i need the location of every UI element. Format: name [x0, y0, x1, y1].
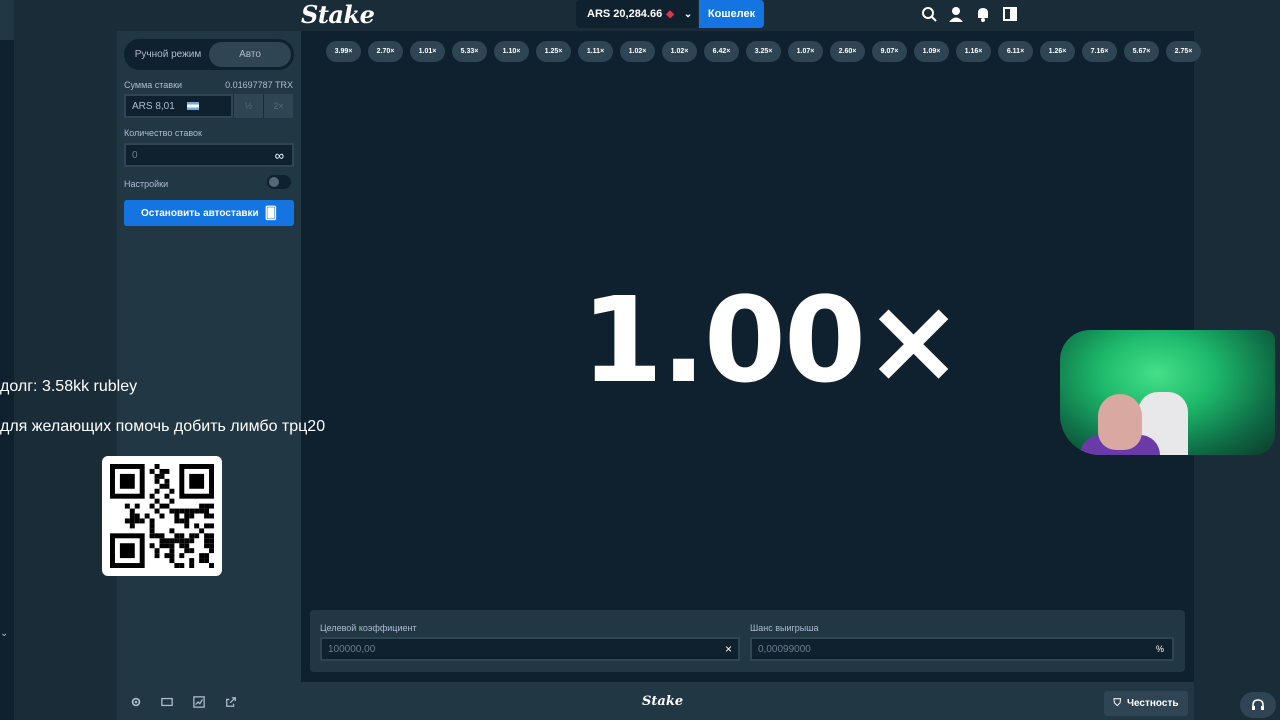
search-icon[interactable]: [920, 5, 938, 23]
stop-autobet-button[interactable]: Остановить автоставки 🂠: [124, 200, 294, 226]
fairness-button[interactable]: ⛉ Честность: [1104, 691, 1188, 716]
win-chance-input[interactable]: 0,00099000 %: [750, 637, 1174, 661]
stop-autobet-label: Остановить автоставки: [141, 207, 259, 219]
history-pill[interactable]: 3.25×: [746, 41, 781, 62]
tab-auto[interactable]: Авто: [209, 42, 291, 67]
stats-icon[interactable]: [192, 696, 206, 708]
user-icon[interactable]: [947, 5, 965, 23]
history-pill[interactable]: 1.26×: [1040, 41, 1075, 62]
mode-toggle: Ручной режим Авто: [124, 39, 294, 70]
qr-code-image: [110, 464, 214, 568]
result-history: 3.99× 2.70× 1.01× 5.33× 1.10× 1.25× 1.11× 1.02×…: [326, 41, 1201, 62]
fairness-label: Честность: [1126, 698, 1179, 709]
history-pill[interactable]: 1.07×: [788, 41, 823, 62]
win-chance-label: Шанс выигрыша: [750, 623, 819, 633]
history-pill[interactable]: 1.10×: [494, 41, 529, 62]
bet-amount-input[interactable]: ARS 8,01: [124, 94, 233, 118]
infinity-icon: ∞: [274, 147, 284, 163]
history-pill[interactable]: 2.75×: [1166, 41, 1201, 62]
history-pill[interactable]: 2.70×: [368, 41, 403, 62]
history-pill[interactable]: 7.16×: [1082, 41, 1117, 62]
chevron-down-icon[interactable]: ⌄: [0, 628, 8, 639]
wallet-button[interactable]: Кошелек: [699, 0, 764, 28]
history-pill[interactable]: 1.02×: [620, 41, 655, 62]
bell-icon[interactable]: [974, 5, 992, 23]
theater-icon[interactable]: [160, 696, 174, 708]
help-overlay-text: для желающих помочь добить лимбо трц20: [0, 418, 326, 435]
win-chance-value: 0,00099000: [758, 643, 811, 655]
argentina-flag-icon: [186, 102, 199, 110]
history-pill[interactable]: 1.11×: [578, 41, 613, 62]
history-pill[interactable]: 2.60×: [830, 41, 865, 62]
history-pill[interactable]: 9.07×: [872, 41, 907, 62]
history-pill[interactable]: 1.02×: [662, 41, 697, 62]
streamer-head: [1098, 394, 1142, 450]
popout-icon[interactable]: [224, 696, 238, 708]
history-pill[interactable]: 6.42×: [704, 41, 739, 62]
streamer-webcam: [1060, 330, 1275, 455]
settings-toggle[interactable]: [267, 175, 291, 189]
clear-icon[interactable]: ×: [725, 642, 732, 656]
target-multiplier-input[interactable]: 100000,00 ×: [320, 637, 740, 661]
top-bar: Stake ARS 20,284.66 ◆ ⌄ Кошелек: [14, 0, 1280, 29]
target-multiplier-value: 100000,00: [328, 643, 376, 655]
support-button[interactable]: [1240, 692, 1276, 718]
settings-icon[interactable]: [129, 696, 143, 708]
shield-icon: ⛉: [1113, 698, 1121, 709]
history-pill[interactable]: 1.09×: [914, 41, 949, 62]
half-button[interactable]: ½: [233, 94, 263, 118]
footer-stake-logo: Stake: [642, 694, 684, 709]
bet-amount-label: Сумма ставки: [124, 80, 183, 90]
double-button[interactable]: 2×: [263, 94, 293, 118]
history-pill[interactable]: 1.25×: [536, 41, 571, 62]
headset-icon: [1252, 699, 1264, 710]
donation-qr-code: [102, 456, 222, 576]
tab-manual[interactable]: Ручной режим: [127, 42, 209, 67]
percent-icon: %: [1155, 644, 1164, 654]
game-footer: Stake ⛉ Честность: [117, 682, 1194, 720]
cards-icon: 🂠: [264, 206, 277, 220]
current-multiplier: 1.00×: [581, 271, 963, 409]
history-pill[interactable]: 3.99×: [326, 41, 361, 62]
debt-overlay-text: долг: 3.58kk rubley: [0, 378, 138, 395]
balance-selector[interactable]: ARS 20,284.66 ◆ ⌄: [576, 0, 698, 28]
history-pill[interactable]: 1.01×: [410, 41, 445, 62]
history-pill[interactable]: 1.16×: [956, 41, 991, 62]
history-pill[interactable]: 5.67×: [1124, 41, 1159, 62]
chevron-down-icon: ⌄: [683, 8, 693, 20]
bet-count-input[interactable]: 0 ∞: [124, 143, 294, 167]
history-pill[interactable]: 6.11×: [998, 41, 1033, 62]
bet-crypto-value: 0.01697787 TRX: [225, 80, 293, 90]
bet-control-panel: Ручной режим Авто Сумма ставки 0.0169778…: [117, 31, 301, 682]
history-pill[interactable]: 5.33×: [452, 41, 487, 62]
left-sidebar-edge: ⌄: [0, 0, 14, 720]
balance-value: ARS 20,284.66: [587, 8, 663, 20]
bet-modifiers: ½ 2×: [233, 94, 293, 118]
stake-logo[interactable]: Stake: [301, 0, 375, 29]
bet-amount-value: ARS 8,01: [132, 100, 175, 112]
trx-coin-icon: ◆: [666, 8, 674, 20]
settings-label: Настройки: [124, 179, 169, 189]
target-controls: Целевой коэффициент 100000,00 × Шанс выи…: [310, 610, 1185, 672]
sidebar-collapse-tab[interactable]: [0, 0, 14, 40]
bet-count-value: 0: [132, 149, 138, 161]
sidebar-icon[interactable]: [1001, 5, 1019, 23]
bet-count-label: Количество ставок: [124, 128, 202, 138]
target-multiplier-label: Целевой коэффициент: [320, 623, 417, 633]
